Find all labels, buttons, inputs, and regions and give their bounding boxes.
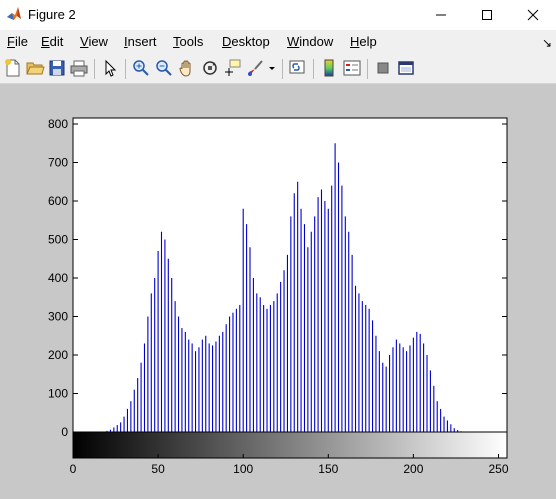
menu-window[interactable]: Window [287,34,333,49]
colorbar-icon[interactable] [319,58,339,78]
menu-file[interactable]: File [7,34,28,49]
menu-edit[interactable]: Edit [41,34,63,49]
minimize-icon [436,14,446,16]
y-tick-label: 500 [48,233,68,247]
pan-hand-icon[interactable] [177,58,197,78]
data-cursor-icon[interactable] [223,58,243,78]
save-icon[interactable] [47,58,67,78]
toolbar-separator [125,59,126,79]
y-tick-label: 100 [48,387,68,401]
link-plot-icon[interactable] [288,58,308,78]
x-tick-label: 250 [488,462,508,476]
y-tick-label: 0 [61,425,68,439]
legend-icon[interactable] [342,58,362,78]
window-title: Figure 2 [28,7,76,22]
y-tick-label: 700 [48,156,68,170]
y-tick-label: 400 [48,271,68,285]
hide-plot-tools-icon[interactable] [373,58,393,78]
x-tick-label: 150 [318,462,338,476]
histogram-chart: 0 100 200 300 400 500 600 700 800 0 50 100 150 200 25… [48,117,509,476]
toolbar-separator [313,59,314,79]
x-tick-label: 200 [403,462,423,476]
toolbar-separator [94,59,95,79]
x-tick-label: 0 [70,462,77,476]
print-icon[interactable] [69,58,89,78]
figure-toolbar [0,55,556,84]
brush-dropdown-icon[interactable] [266,58,278,78]
maximize-icon [482,10,492,20]
x-tick-label: 50 [151,462,165,476]
close-button[interactable] [510,0,556,30]
menu-bar: File Edit View Insert Tools Desktop Wind… [0,30,556,54]
menu-desktop[interactable]: Desktop [222,34,270,49]
grayscale-colorbar [72,431,508,459]
menu-view[interactable]: View [80,34,108,49]
edit-plot-arrow-icon[interactable] [100,58,120,78]
title-bar: Figure 2 [0,0,556,30]
maximize-button[interactable] [464,0,510,30]
y-tick-label: 800 [48,117,68,131]
matlab-logo-icon [6,6,22,22]
rotate-3d-icon[interactable] [200,58,220,78]
menu-insert[interactable]: Insert [124,34,157,49]
brush-icon[interactable] [246,58,266,78]
new-figure-icon[interactable] [3,58,23,78]
minimize-button[interactable] [418,0,464,30]
toolbar-separator [282,59,283,79]
figure-canvas: 0 100 200 300 400 500 600 700 800 0 50 100 150 200 25… [0,84,556,499]
y-tick-label: 200 [48,348,68,362]
menu-tools[interactable]: Tools [173,34,203,49]
zoom-in-icon[interactable] [131,58,151,78]
y-tick-label: 300 [48,310,68,324]
zoom-out-icon[interactable] [154,58,174,78]
dock-figure-icon[interactable]: ↘ [542,36,552,50]
x-tick-label: 100 [233,462,253,476]
open-file-icon[interactable] [25,58,45,78]
show-plot-tools-icon[interactable] [396,58,416,78]
close-icon [527,9,539,21]
menu-help[interactable]: Help [350,34,377,49]
toolbar-separator [367,59,368,79]
y-tick-label: 600 [48,194,68,208]
